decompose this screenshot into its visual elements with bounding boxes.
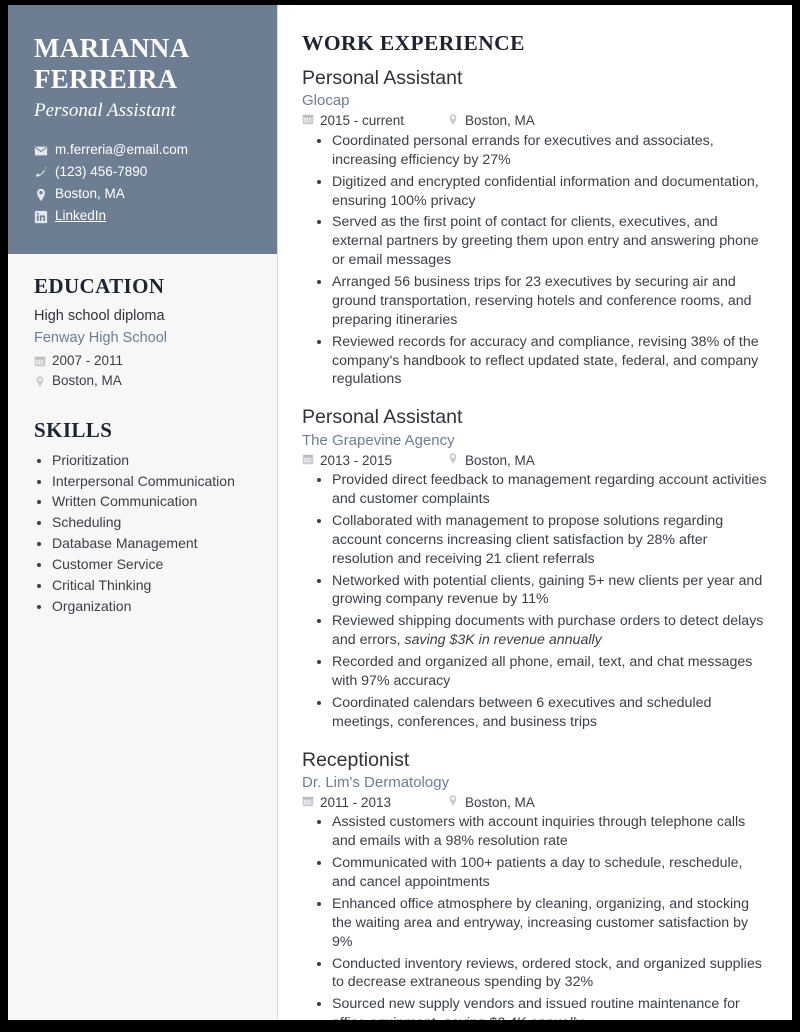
job-bullet: Communicated with 100+ patients a day to… — [332, 854, 770, 892]
job-company: The Grapevine Agency — [302, 431, 455, 449]
name-line-1: MARIANNA — [34, 33, 190, 63]
resume-page: MARIANNA FERREIRA Personal Assistant m.f… — [8, 5, 792, 1020]
contact-phone[interactable]: (123) 456-7890 — [34, 162, 251, 183]
job-bullet-list: Assisted customers with account inquirie… — [302, 813, 770, 1020]
contact-list: m.ferreria@email.com (123) 456-7890 Bost… — [34, 140, 251, 227]
job-bullet-list: Coordinated personal errands for executi… — [302, 132, 770, 389]
location-pin-icon — [34, 188, 48, 202]
skills-section: SKILLS PrioritizationInterpersonal Commu… — [34, 418, 251, 617]
work-experience-heading: WORK EXPERIENCE — [302, 31, 525, 55]
job-bullet: Coordinated calendars between 6 executiv… — [332, 694, 770, 732]
job-entry: Personal Assistant The Grapevine Agency 20… — [302, 405, 770, 731]
job-location: Boston, MA — [465, 113, 535, 129]
job-dates-group: 2015 - current — [302, 113, 447, 128]
calendar-icon — [302, 795, 314, 810]
job-dates-group: 2011 - 2013 — [302, 795, 447, 810]
job-role: Personal Assistant — [302, 67, 463, 89]
skills-list: PrioritizationInterpersonal Communicatio… — [34, 451, 251, 617]
phone-icon — [34, 166, 48, 180]
job-bullet: Reviewed records for accuracy and compli… — [332, 333, 770, 390]
sidebar: MARIANNA FERREIRA Personal Assistant m.f… — [8, 5, 278, 1020]
job-meta-row: 2013 - 2015 Boston, MA — [302, 452, 770, 468]
name-line-2: FERREIRA — [34, 64, 178, 95]
education-location-row: Boston, MA — [34, 371, 251, 391]
job-location: Boston, MA — [465, 794, 535, 810]
education-degree: High school diploma — [34, 308, 165, 325]
job-bullet: Assisted customers with account inquirie… — [332, 813, 770, 851]
education-heading: EDUCATION — [34, 274, 165, 299]
job-company: Dr. Lim's Dermatology — [302, 773, 450, 791]
job-entry: Personal Assistant Glocap 2015 - current Bo… — [302, 66, 770, 389]
job-location-group: Boston, MA — [447, 794, 535, 810]
job-bullet: Reviewed shipping documents with purchas… — [332, 612, 770, 650]
skills-heading: SKILLS — [34, 417, 113, 442]
linkedin-icon — [34, 210, 48, 224]
job-bullet: Digitized and encrypted confidential inf… — [332, 173, 770, 211]
job-bullet: Conducted inventory reviews, ordered sto… — [332, 955, 770, 993]
job-role: Receptionist — [302, 748, 410, 771]
job-dates-group: 2013 - 2015 — [302, 453, 447, 468]
job-dates: 2013 - 2015 — [320, 452, 393, 468]
envelope-icon — [34, 144, 48, 158]
education-dates: 2007 - 2011 — [52, 353, 124, 369]
education-section: EDUCATION High school diploma Fenway Hig… — [34, 274, 251, 392]
contact-email[interactable]: m.ferreria@email.com — [34, 140, 251, 161]
contact-phone-text: (123) 456-7890 — [55, 164, 148, 180]
job-location-group: Boston, MA — [447, 452, 535, 468]
job-bullet: Arranged 56 business trips for 23 execut… — [332, 273, 770, 330]
job-bullet: Recorded and organized all phone, email,… — [332, 653, 770, 691]
job-location-group: Boston, MA — [447, 113, 535, 129]
skill-item: Organization — [52, 597, 251, 617]
job-bullet: Sourced new supply vendors and issued ro… — [332, 995, 770, 1020]
skill-item: Critical Thinking — [52, 576, 251, 596]
location-pin-icon — [447, 794, 459, 810]
job-entry: Receptionist Dr. Lim's Dermatology 2011 - … — [302, 748, 770, 1021]
calendar-icon — [302, 453, 314, 468]
location-pin-icon — [34, 375, 46, 388]
jobs-container: Personal Assistant Glocap 2015 - current Bo… — [302, 66, 770, 1020]
skill-item: Customer Service — [52, 555, 251, 575]
job-meta-row: 2015 - current Boston, MA — [302, 113, 770, 129]
contact-location: Boston, MA — [34, 184, 251, 205]
job-company: Glocap — [302, 92, 350, 110]
job-bullet-emphasis: saving $3K in revenue annually — [404, 632, 602, 649]
job-bullet: Collaborated with management to propose … — [332, 512, 770, 569]
job-bullet-emphasis: saving $3.4K annually — [444, 1015, 583, 1020]
job-meta-row: 2011 - 2013 Boston, MA — [302, 794, 770, 810]
education-school: Fenway High School — [34, 329, 167, 346]
calendar-icon — [302, 113, 314, 128]
headline-title: Personal Assistant — [34, 99, 176, 121]
skill-item: Written Communication — [52, 492, 251, 512]
sidebar-header: MARIANNA FERREIRA Personal Assistant m.f… — [8, 5, 277, 255]
job-bullet-list: Provided direct feedback to management r… — [302, 471, 770, 731]
page-title: MARIANNA FERREIRA — [34, 33, 251, 96]
contact-linkedin[interactable]: LinkedIn — [34, 206, 251, 227]
skill-item: Prioritization — [52, 451, 251, 471]
contact-linkedin-text: LinkedIn — [55, 208, 107, 224]
skill-item: Scheduling — [52, 513, 251, 533]
education-location: Boston, MA — [52, 373, 122, 389]
job-bullet: Served as the first point of contact for… — [332, 213, 770, 270]
job-dates: 2011 - 2013 — [320, 794, 392, 810]
skill-item: Interpersonal Communication — [52, 472, 251, 492]
job-bullet: Provided direct feedback to management r… — [332, 471, 770, 509]
location-pin-icon — [447, 452, 459, 468]
job-bullet: Coordinated personal errands for executi… — [332, 132, 770, 170]
job-bullet: Networked with potential clients, gainin… — [332, 572, 770, 610]
job-role: Personal Assistant — [302, 406, 463, 429]
main-column: WORK EXPERIENCE Personal Assistant Glocap… — [278, 5, 792, 1020]
location-pin-icon — [447, 113, 459, 129]
contact-location-text: Boston, MA — [55, 186, 125, 202]
calendar-icon — [34, 355, 46, 368]
skill-item: Database Management — [52, 534, 251, 554]
job-dates: 2015 - current — [320, 113, 405, 129]
sidebar-body: EDUCATION High school diploma Fenway Hig… — [8, 254, 277, 617]
education-dates-row: 2007 - 2011 — [34, 351, 251, 371]
job-bullet: Enhanced office atmosphere by cleaning, … — [332, 895, 770, 952]
contact-email-text: m.ferreria@email.com — [55, 142, 188, 158]
job-location: Boston, MA — [465, 452, 535, 468]
